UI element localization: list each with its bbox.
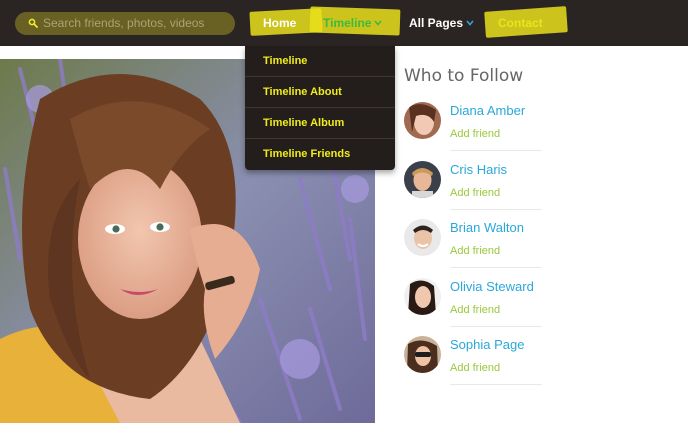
search-input[interactable]: Search friends, photos, videos <box>15 12 235 35</box>
follow-suggestion: Sophia Page Add friend <box>404 336 544 394</box>
avatar[interactable] <box>404 336 441 373</box>
chevron-down-icon <box>466 20 474 26</box>
avatar[interactable] <box>404 219 441 256</box>
divider <box>450 209 542 210</box>
follow-suggestion: Diana Amber Add friend <box>404 102 544 160</box>
dropdown-item-label: Timeline <box>263 55 308 67</box>
dropdown-item-label: Timeline About <box>263 86 342 98</box>
timeline-dropdown-menu: Timeline Timeline About Timeline Album T… <box>245 46 395 170</box>
avatar[interactable] <box>404 102 441 139</box>
friend-name-link[interactable]: Olivia Steward <box>450 279 534 294</box>
nav-all-pages-label: All Pages <box>409 16 464 30</box>
nav-contact[interactable]: Contact <box>498 16 543 30</box>
add-friend-link[interactable]: Add friend <box>450 187 500 199</box>
chevron-down-icon <box>374 20 383 26</box>
divider <box>450 384 542 385</box>
follow-suggestion: Brian Walton Add friend <box>404 219 544 277</box>
dropdown-item-timeline-album[interactable]: Timeline Album <box>245 108 395 139</box>
top-navigation-bar: Search friends, photos, videos Home Time… <box>0 0 688 46</box>
follow-suggestion: Olivia Steward Add friend <box>404 278 544 336</box>
add-friend-link[interactable]: Add friend <box>450 362 500 374</box>
nav-all-pages[interactable]: All Pages <box>409 16 474 30</box>
friend-name-link[interactable]: Diana Amber <box>450 103 525 118</box>
divider <box>450 326 542 327</box>
add-friend-link[interactable]: Add friend <box>450 245 500 257</box>
divider <box>450 267 542 268</box>
dropdown-item-label: Timeline Friends <box>263 148 351 160</box>
friend-name-link[interactable]: Sophia Page <box>450 337 524 352</box>
friend-name-link[interactable]: Cris Haris <box>450 162 507 177</box>
dropdown-item-label: Timeline Album <box>263 117 345 129</box>
avatar[interactable] <box>404 278 441 315</box>
avatar[interactable] <box>404 161 441 198</box>
nav-timeline-label: Timeline <box>323 16 372 30</box>
nav-home[interactable]: Home <box>263 16 296 30</box>
add-friend-link[interactable]: Add friend <box>450 304 500 316</box>
dropdown-item-timeline-about[interactable]: Timeline About <box>245 77 395 108</box>
search-placeholder: Search friends, photos, videos <box>43 16 205 30</box>
search-icon <box>28 18 38 28</box>
add-friend-link[interactable]: Add friend <box>450 128 500 140</box>
dropdown-item-timeline-friends[interactable]: Timeline Friends <box>245 139 395 170</box>
follow-suggestion: Cris Haris Add friend <box>404 161 544 219</box>
who-to-follow-title: Who to Follow <box>404 66 524 86</box>
page: Search friends, photos, videos Home Time… <box>0 0 688 433</box>
nav-timeline[interactable]: Timeline <box>323 16 383 30</box>
dropdown-item-timeline[interactable]: Timeline <box>245 46 395 77</box>
friend-name-link[interactable]: Brian Walton <box>450 220 524 235</box>
divider <box>450 150 542 151</box>
